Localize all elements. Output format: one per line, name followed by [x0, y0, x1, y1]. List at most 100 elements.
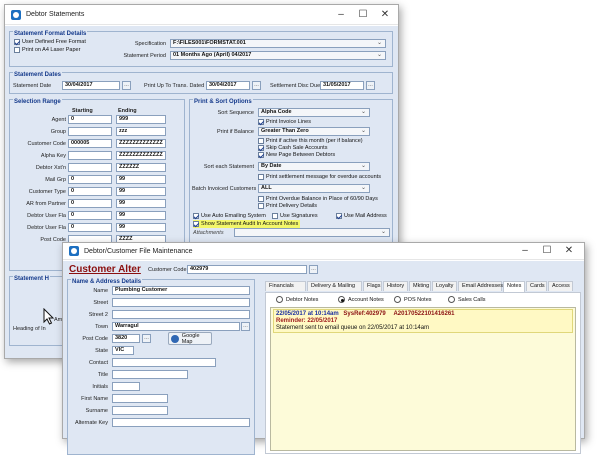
town-label: Town [95, 324, 108, 330]
settlement-input[interactable]: 31/05/2017 [320, 81, 364, 90]
settlement-picker-button[interactable]: … [366, 81, 375, 90]
print-delivery-checkbox[interactable]: Print Delivery Details [258, 202, 317, 210]
range-end-input[interactable]: 99 [116, 211, 166, 220]
show-audit-checkbox[interactable]: Show Statement Audit In Account Notes [193, 220, 301, 228]
range-start-input[interactable]: 0 [68, 175, 112, 184]
tab-item[interactable]: Delivery & Mailing [307, 281, 362, 291]
contact-input[interactable] [112, 358, 216, 367]
town-input[interactable]: Warragul [112, 322, 240, 331]
range-end-input[interactable]: 99 [116, 199, 166, 208]
street2-input[interactable] [112, 310, 250, 319]
checkbox-box [272, 213, 278, 219]
print-if-balance-select[interactable]: Greater Than Zero ⌄ [258, 127, 370, 136]
postcode-input[interactable]: 3820 [112, 334, 140, 343]
range-end-input[interactable]: zzz [116, 127, 166, 136]
range-end-input[interactable]: 99 [116, 187, 166, 196]
range-start-input[interactable]: 0 [68, 115, 112, 124]
range-start-input[interactable] [68, 163, 112, 172]
tab-item[interactable]: Flags [363, 281, 382, 291]
print-upto-picker-button[interactable]: … [252, 81, 261, 90]
range-label: Mail Grp [45, 177, 66, 183]
tab-item[interactable]: Financials [265, 281, 306, 291]
range-start-input[interactable]: 0 [68, 199, 112, 208]
period-select[interactable]: 01 Months Ago (April) 04/2017 ⌄ [170, 51, 386, 60]
range-end-input[interactable]: 999 [116, 115, 166, 124]
checkbox-label: New Page Between Debtors [266, 152, 336, 158]
maximize-icon[interactable]: ☐ [540, 245, 554, 257]
checkbox-label: Use Mail Address [344, 213, 387, 219]
batch-select[interactable]: ALL ⌄ [258, 184, 370, 193]
checkbox-label: Print Invoice Lines [266, 119, 311, 125]
tab-item[interactable]: Email Addresses [458, 281, 503, 291]
statement-date-input[interactable]: 30/04/2017 [62, 81, 120, 90]
town-lookup-button[interactable]: … [241, 322, 250, 331]
checkbox-box [193, 213, 199, 219]
note-type-radio[interactable]: POS Notes [394, 296, 432, 303]
surname-input[interactable] [112, 406, 168, 415]
street-input[interactable] [112, 298, 250, 307]
range-start-input[interactable]: 000005 [68, 139, 112, 148]
range-end-input[interactable]: ZZZZZZZZZZZZZ [116, 139, 166, 148]
note-type-radio[interactable]: Debtor Notes [276, 296, 318, 303]
radio-dot [394, 296, 401, 303]
name-input[interactable]: Plumbing Customer [112, 286, 250, 295]
range-label: Customer Code [27, 141, 66, 147]
postcode-lookup-button[interactable]: … [142, 334, 151, 343]
specification-select[interactable]: F:\FILES001\FORMSTAT.001 ⌄ [170, 39, 386, 48]
alternate-key-input[interactable] [112, 418, 250, 427]
print-upto-input[interactable]: 30/04/2017 [206, 81, 250, 90]
first-name-input[interactable] [112, 394, 168, 403]
state-input[interactable]: VIC [112, 346, 134, 355]
minimize-icon[interactable]: – [518, 245, 532, 257]
range-end-input[interactable]: 99 [116, 223, 166, 232]
note-entry[interactable]: 22/05/2017 at 10:14am SysRef:402979 A201… [273, 309, 573, 333]
title-input[interactable] [112, 370, 188, 379]
new-page-checkbox[interactable]: New Page Between Debtors [258, 151, 335, 159]
tab-item[interactable]: Cards [526, 281, 547, 291]
tab-content: Debtor Notes Account Notes POS Notes Sales … [265, 292, 581, 454]
range-end-input[interactable]: 99 [116, 175, 166, 184]
range-start-input[interactable]: 0 [68, 223, 112, 232]
note-type-radio[interactable]: Account Notes [338, 296, 384, 303]
user-defined-checkbox[interactable]: User Defined Free Format [14, 38, 86, 46]
statement-date-picker-button[interactable]: … [122, 81, 131, 90]
range-start-input[interactable]: 0 [68, 187, 112, 196]
note-type-radio[interactable]: Sales Calls [448, 296, 486, 303]
range-start-input[interactable]: 0 [68, 211, 112, 220]
range-end-input[interactable]: ZZZZZZ [116, 163, 166, 172]
initials-input[interactable] [112, 382, 140, 391]
auto-email-checkbox[interactable]: Use Auto Emailing System [193, 212, 266, 220]
google-map-label: Google Map [181, 332, 200, 345]
minimize-icon[interactable]: – [334, 9, 348, 21]
range-start-input[interactable] [68, 127, 112, 136]
tab-item[interactable]: Notes [503, 281, 525, 292]
close-icon[interactable]: ✕ [562, 245, 576, 257]
customer-code-label: Customer Code [148, 267, 187, 273]
print-a4-checkbox[interactable]: Print on A4 Laser Paper [14, 46, 80, 54]
use-signatures-checkbox[interactable]: Use Signatures [272, 212, 318, 220]
range-start-input[interactable] [68, 151, 112, 160]
tab-item[interactable]: Mkting [409, 281, 431, 291]
app-icon [11, 9, 21, 20]
specification-value: F:\FILES001\FORMSTAT.001 [173, 40, 246, 46]
range-end-input[interactable]: ZZZZZZZZZZZZZ [116, 151, 166, 160]
customer-code-input[interactable]: 402979 [187, 265, 307, 274]
postcode-label: Post Code [82, 336, 108, 342]
chevron-down-icon: ⌄ [376, 40, 382, 46]
google-map-button[interactable]: Google Map [168, 332, 212, 345]
close-icon[interactable]: ✕ [378, 9, 392, 21]
sort-each-select[interactable]: By Date ⌄ [258, 162, 370, 171]
print-settlement-checkbox[interactable]: Print settlement message for overdue acc… [258, 173, 381, 181]
customer-code-lookup-button[interactable]: … [309, 265, 318, 274]
sort-sequence-select[interactable]: Alpha Code ⌄ [258, 108, 370, 117]
attachments-select[interactable]: ⌄ [234, 228, 390, 237]
print-invoice-lines-checkbox[interactable]: Print Invoice Lines [258, 118, 311, 126]
maximize-icon[interactable]: ☐ [356, 9, 370, 21]
use-mail-address-checkbox[interactable]: Use Mail Address [336, 212, 387, 220]
tab-item[interactable]: History [383, 281, 408, 291]
tab-item[interactable]: Loyalty [432, 281, 457, 291]
notes-list[interactable]: 22/05/2017 at 10:14am SysRef:402979 A201… [270, 307, 576, 451]
globe-icon [171, 334, 179, 343]
radio-dot [338, 296, 345, 303]
tab-item[interactable]: Access [548, 281, 573, 291]
